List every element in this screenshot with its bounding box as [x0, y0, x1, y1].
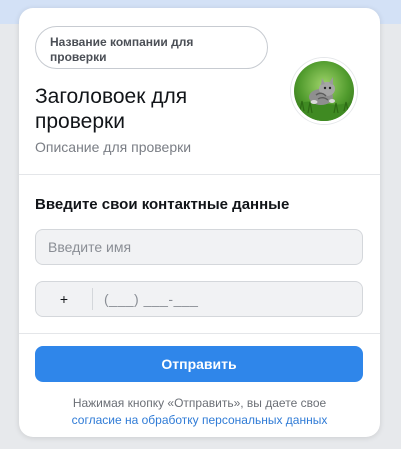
- company-name: Название компании для проверки: [50, 35, 194, 64]
- phone-field[interactable]: + (___) ___-___: [35, 281, 363, 317]
- form-divider: [19, 333, 380, 334]
- company-name-badge: Название компании для проверки: [35, 26, 268, 69]
- phone-input[interactable]: (___) ___-___: [104, 282, 198, 316]
- kitten-photo-icon: [294, 61, 354, 121]
- consent-text: Нажимая кнопку «Отправить», вы даете сво…: [72, 396, 327, 410]
- section-divider: [19, 174, 380, 175]
- consent-note: Нажимая кнопку «Отправить», вы даете сво…: [19, 395, 380, 429]
- company-avatar: [291, 58, 357, 124]
- name-input[interactable]: [35, 229, 363, 265]
- consent-link[interactable]: согласие на обработку персональных данны…: [72, 413, 328, 427]
- phone-prefix[interactable]: +: [36, 282, 92, 316]
- contact-section-title: Введите свои контактные данные: [35, 196, 290, 213]
- phone-separator: [92, 288, 93, 310]
- lead-form-card: Название компании для проверки Заголовое…: [19, 8, 380, 437]
- page-description: Описание для проверки: [35, 139, 192, 155]
- submit-button[interactable]: Отправить: [35, 346, 363, 382]
- page-title: Заголовоек для проверки: [35, 85, 188, 133]
